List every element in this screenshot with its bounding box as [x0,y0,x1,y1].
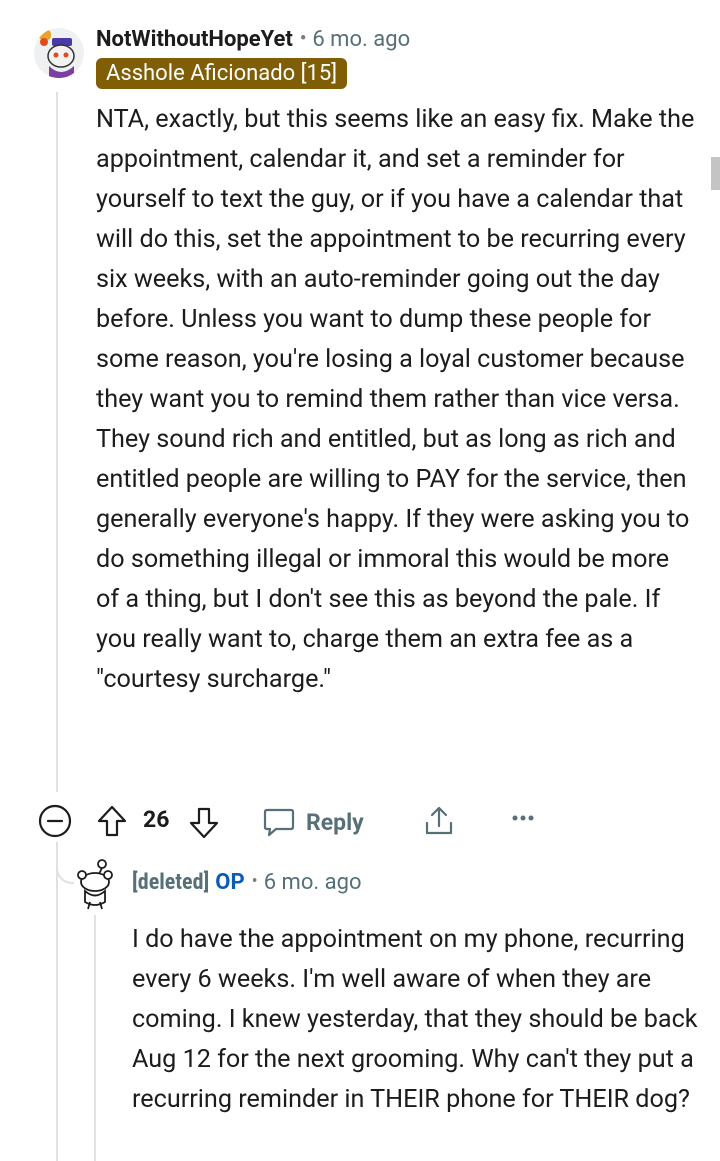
downvote-icon [189,807,219,839]
share-icon [425,806,453,835]
comment-action-bar: 26 Reply [38,800,598,842]
deleted-user-avatar [72,858,118,910]
snoo-outline-icon [77,859,113,910]
share-button[interactable] [422,804,456,838]
reply-body: I do have the appointment on my phone, r… [132,920,702,1120]
op-badge: OP [215,870,245,895]
upvote-icon [97,805,127,837]
comment-time: 6 mo. ago [312,27,411,52]
username[interactable]: NotWithoutHopeYet [96,27,293,52]
comment-header: NotWithoutHopeYet • 6 mo. ago [96,27,410,52]
reply-username: [deleted] [132,870,210,895]
reply-body-text: I do have the appointment on my phone, r… [132,925,698,1114]
avatar[interactable] [34,28,84,78]
vote-count: 26 [143,806,169,833]
vote-count-value: 26 [143,806,170,833]
upvote-button[interactable] [96,804,128,838]
collapse-icon [38,804,72,838]
reply-icon [263,808,295,837]
comment-body-text: NTA, exactly, but this seems like an eas… [96,105,695,694]
more-button[interactable] [512,814,534,822]
avatar-snoo-icon [34,28,84,78]
meta-separator: • [299,28,307,49]
downvote-button[interactable] [188,806,220,840]
thread-line [94,915,96,1161]
more-icon [512,815,534,821]
reply-header: [deleted] OP • 6 mo. ago [132,870,362,895]
thread-line [56,842,58,1161]
meta-separator: • [251,871,258,892]
reply-button[interactable]: Reply [262,806,364,838]
comment-body: NTA, exactly, but this seems like an eas… [96,100,696,700]
reply-label: Reply [306,808,364,836]
thread-line [56,92,58,792]
scrollbar-thumb[interactable] [711,157,720,190]
collapse-button[interactable] [38,804,72,838]
user-flair: Asshole Aficionado [15] [96,58,348,89]
reply-time: 6 mo. ago [263,870,362,895]
